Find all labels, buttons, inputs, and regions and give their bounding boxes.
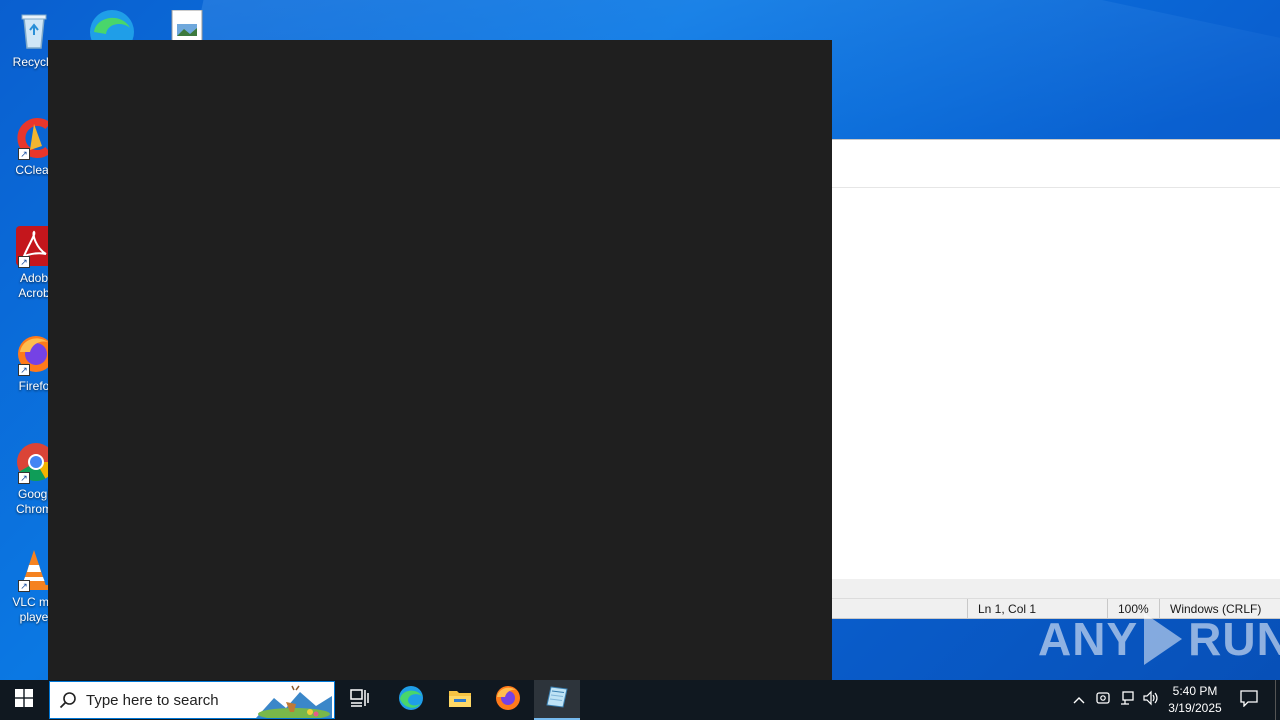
watermark-right-text: RUN bbox=[1188, 613, 1280, 665]
shortcut-arrow-icon: ↗ bbox=[18, 256, 30, 268]
clock-date: 3/19/2025 bbox=[1168, 701, 1222, 715]
folder-icon bbox=[448, 688, 472, 713]
start-button[interactable] bbox=[0, 680, 48, 720]
anyrun-watermark: ANY RUN bbox=[1038, 612, 1280, 666]
shortcut-arrow-icon: ↗ bbox=[18, 148, 30, 160]
dark-blank-window[interactable] bbox=[48, 40, 832, 680]
firefox-icon bbox=[495, 685, 521, 716]
shortcut-arrow-icon: ↗ bbox=[18, 364, 30, 376]
action-center-button[interactable] bbox=[1232, 680, 1266, 720]
clock-time: 5:40 PM bbox=[1172, 684, 1218, 698]
play-triangle-icon bbox=[1144, 613, 1183, 665]
tray-network-button[interactable] bbox=[1116, 680, 1138, 720]
taskbar-firefox-button[interactable] bbox=[484, 680, 532, 720]
shortcut-arrow-icon: ↗ bbox=[18, 472, 30, 484]
taskbar-file-explorer-button[interactable] bbox=[436, 680, 484, 720]
show-hidden-icons-button[interactable] bbox=[1068, 680, 1090, 720]
camera-icon bbox=[1095, 690, 1111, 711]
notification-icon bbox=[1239, 689, 1259, 712]
taskbar-notepad-button[interactable] bbox=[534, 680, 580, 720]
search-highlight-illustration-icon bbox=[256, 684, 332, 720]
edge-icon bbox=[398, 685, 424, 716]
speaker-icon bbox=[1142, 690, 1160, 711]
watermark-left-text: ANY bbox=[1038, 613, 1139, 665]
shortcut-arrow-icon: ↗ bbox=[18, 580, 30, 592]
tray-volume-button[interactable] bbox=[1140, 680, 1162, 720]
search-icon bbox=[50, 681, 86, 719]
task-view-icon bbox=[350, 688, 370, 712]
desktop-icon-file-partial[interactable] bbox=[170, 10, 204, 40]
taskbar: 5:40 PM 3/19/2025 bbox=[0, 680, 1280, 720]
desktop-icon-edge-partial[interactable] bbox=[88, 6, 136, 40]
taskbar-edge-button[interactable] bbox=[386, 680, 436, 720]
taskbar-search-box[interactable] bbox=[49, 681, 335, 720]
search-input[interactable] bbox=[86, 691, 256, 709]
notepad-icon bbox=[545, 685, 569, 714]
task-view-button[interactable] bbox=[336, 680, 384, 720]
network-icon bbox=[1119, 690, 1135, 711]
chevron-up-icon bbox=[1073, 691, 1085, 709]
tray-meet-now-button[interactable] bbox=[1092, 680, 1114, 720]
windows-logo-icon bbox=[15, 688, 33, 712]
taskbar-clock[interactable]: 5:40 PM 3/19/2025 bbox=[1160, 683, 1230, 717]
show-desktop-button[interactable] bbox=[1275, 680, 1280, 720]
